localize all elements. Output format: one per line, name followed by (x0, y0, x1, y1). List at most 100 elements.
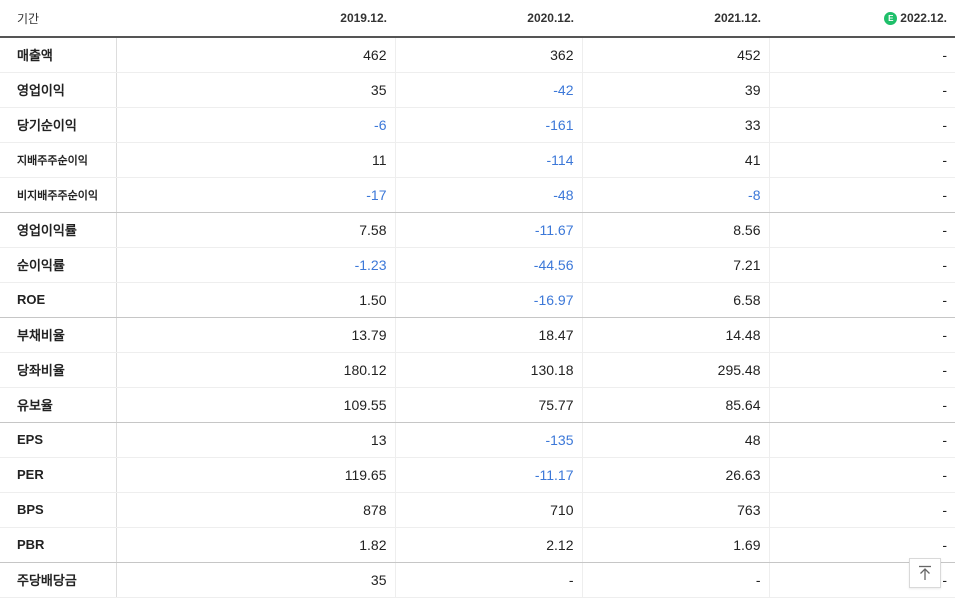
value-cell-2020: -135 (394, 422, 582, 458)
value-cell-2022: - (768, 352, 955, 388)
value-cell-2022: - (768, 37, 955, 73)
value-cell-2021: 7.21 (581, 247, 769, 283)
row-label: 영업이익률 (0, 212, 117, 248)
value-cell-2019: 462 (115, 37, 395, 73)
table-row: PER 119.65 -11.17 26.63- (0, 457, 955, 493)
row-label: 당좌비율 (0, 352, 117, 388)
period-header-2021: 2021.12. (582, 0, 769, 38)
row-label: 유보율 (0, 387, 117, 423)
value-cell-2022: - (768, 72, 955, 108)
value-cell-2022: - (768, 107, 955, 143)
value-cell-2020: -11.67 (394, 212, 582, 248)
table-row: ROE 1.50 -16.97 6.58- (0, 282, 955, 318)
value-cell-2022: - (768, 422, 955, 458)
value-cell-2020: -16.97 (394, 282, 582, 318)
value-cell-2020: 75.77 (394, 387, 582, 423)
value-cell-2021: 295.48 (581, 352, 769, 388)
row-label: 당기순이익 (0, 107, 117, 143)
value-cell-2019: -6 (115, 107, 395, 143)
value-cell-2019: 35 (115, 72, 395, 108)
row-label: PBR (0, 527, 117, 563)
period-header-2022-label: 2022.12. (900, 11, 947, 25)
table-row: 영업이익률 7.58 -11.67 8.56- (0, 212, 955, 248)
value-cell-2021: 6.58 (581, 282, 769, 318)
scroll-to-top-button[interactable] (909, 558, 941, 588)
value-cell-2020: 710 (394, 492, 582, 528)
value-cell-2020: -42 (394, 72, 582, 108)
value-cell-2019: 109.55 (115, 387, 395, 423)
value-cell-2021: 48 (581, 422, 769, 458)
period-header-2019: 2019.12. (116, 0, 395, 38)
row-label: 매출액 (0, 37, 117, 73)
value-cell-2021: -8 (581, 177, 769, 213)
value-cell-2019: 13 (115, 422, 395, 458)
financial-summary-table: 기간 2019.12. 2020.12. 2021.12. E 2022.12. … (0, 0, 955, 598)
value-cell-2021: 452 (581, 37, 769, 73)
value-cell-2019: 180.12 (115, 352, 395, 388)
value-cell-2019: 119.65 (115, 457, 395, 493)
table-row: PBR 1.82 2.12 1.69- (0, 527, 955, 563)
value-cell-2021: 8.56 (581, 212, 769, 248)
value-cell-2019: 11 (115, 142, 395, 178)
value-cell-2020: -114 (394, 142, 582, 178)
value-cell-2021: 33 (581, 107, 769, 143)
row-label: 주당배당금 (0, 562, 117, 598)
value-cell-2022: - (768, 387, 955, 423)
period-header-2022: E 2022.12. (769, 0, 955, 38)
value-cell-2019: -17 (115, 177, 395, 213)
arrow-up-to-top-icon (919, 565, 931, 580)
row-label: 부채비율 (0, 317, 117, 353)
value-cell-2022: - (768, 317, 955, 353)
table-row: 지배주주순이익 11 -114 41- (0, 142, 955, 178)
row-label: EPS (0, 422, 117, 458)
value-cell-2020: -161 (394, 107, 582, 143)
table-row: 당기순이익 -6 -161 33- (0, 107, 955, 143)
table-row: 주당배당금 35- - - (0, 562, 955, 598)
value-cell-2021: 85.64 (581, 387, 769, 423)
value-cell-2019: 878 (115, 492, 395, 528)
value-cell-2020: -48 (394, 177, 582, 213)
value-cell-2019: 13.79 (115, 317, 395, 353)
table-row: 순이익률 -1.23 -44.56 7.21- (0, 247, 955, 283)
table-row: EPS 13 -135 48- (0, 422, 955, 458)
value-cell-2021: - (581, 562, 769, 598)
table-row: 매출액 462 362 452- (0, 37, 955, 73)
value-cell-2022: - (768, 142, 955, 178)
value-cell-2021: 1.69 (581, 527, 769, 563)
table-row: 유보율 109.55 75.77 85.64- (0, 387, 955, 423)
value-cell-2019: 1.50 (115, 282, 395, 318)
row-label: BPS (0, 492, 117, 528)
value-cell-2021: 14.48 (581, 317, 769, 353)
table-row: 부채비율 13.79 18.47 14.48- (0, 317, 955, 353)
period-header-2020: 2020.12. (395, 0, 582, 38)
value-cell-2019: 1.82 (115, 527, 395, 563)
value-cell-2020: 2.12 (394, 527, 582, 563)
value-cell-2021: 41 (581, 142, 769, 178)
value-cell-2020: -11.17 (394, 457, 582, 493)
row-label: ROE (0, 282, 117, 318)
table-row: 비지배주주순이익 -17 -48 -8- (0, 177, 955, 213)
value-cell-2020: -44.56 (394, 247, 582, 283)
value-cell-2022: - (768, 247, 955, 283)
row-label: PER (0, 457, 117, 493)
value-cell-2021: 39 (581, 72, 769, 108)
estimate-badge-icon: E (884, 12, 898, 25)
value-cell-2022: - (768, 282, 955, 318)
value-cell-2019: -1.23 (115, 247, 395, 283)
table-header-row: 기간 2019.12. 2020.12. 2021.12. E 2022.12. (0, 0, 955, 38)
row-label: 순이익률 (0, 247, 117, 283)
row-label: 영업이익 (0, 72, 117, 108)
period-header-label: 기간 (0, 0, 116, 38)
value-cell-2020: 362 (394, 37, 582, 73)
value-cell-2021: 26.63 (581, 457, 769, 493)
row-label: 지배주주순이익 (0, 142, 117, 178)
table-row: 당좌비율 180.12 130.18 295.48- (0, 352, 955, 388)
value-cell-2020: 18.47 (394, 317, 582, 353)
value-cell-2022: - (768, 457, 955, 493)
value-cell-2020: - (394, 562, 582, 598)
table-row: BPS 878 710 763- (0, 492, 955, 528)
value-cell-2019: 35 (115, 562, 395, 598)
value-cell-2019: 7.58 (115, 212, 395, 248)
table-row: 영업이익 35 -42 39- (0, 72, 955, 108)
value-cell-2022: - (768, 527, 955, 563)
